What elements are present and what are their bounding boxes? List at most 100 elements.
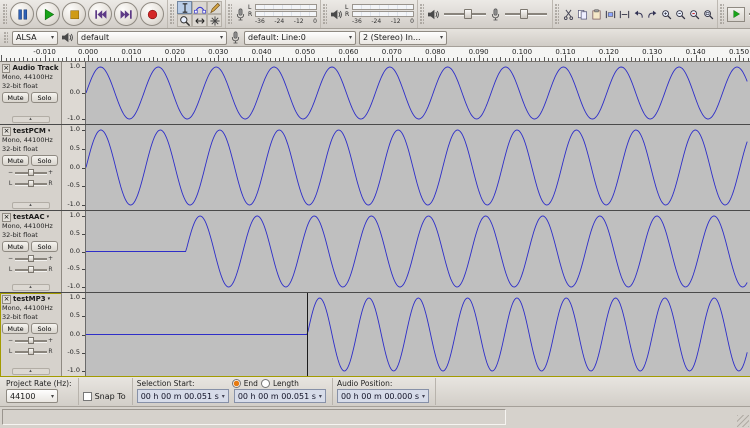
skip-to-start-button[interactable] (88, 2, 112, 26)
recording-device-combo[interactable]: default: Line:0 ▾ (244, 31, 356, 45)
timeline-label: 0.110 (555, 48, 575, 56)
slider-thumb[interactable] (28, 169, 34, 176)
play-at-speed-button[interactable] (727, 7, 745, 22)
multi-tool-button[interactable] (207, 14, 222, 27)
track-name-menu[interactable]: Audio Track▾ (12, 64, 59, 72)
solo-button[interactable]: Solo (31, 323, 58, 334)
track-control-panel[interactable]: × testPCM▾ Mono, 44100Hz 32-bit float Mu… (0, 125, 62, 210)
zoom-project-button[interactable] (702, 7, 714, 21)
recording-meter[interactable]: LR-36-24-120 (248, 4, 317, 25)
undo-button[interactable] (632, 7, 644, 21)
track-close-button[interactable]: × (2, 295, 11, 304)
input-volume-slider[interactable] (503, 7, 549, 21)
track-close-button[interactable]: × (2, 64, 10, 73)
slider-thumb[interactable] (520, 9, 528, 19)
solo-button[interactable]: Solo (31, 92, 58, 103)
slider-thumb[interactable] (28, 255, 34, 262)
trim-button[interactable] (604, 7, 616, 21)
gain-slider[interactable]: −+ (2, 168, 59, 177)
play-button[interactable] (36, 2, 60, 26)
mute-button[interactable]: Mute (2, 241, 29, 252)
toolbar-grabber[interactable] (323, 4, 327, 24)
slider-thumb[interactable] (28, 337, 34, 344)
toolbar-grabber[interactable] (3, 4, 7, 24)
length-radio[interactable] (261, 379, 270, 388)
project-rate-combo[interactable]: 44100 ▾ (6, 389, 58, 403)
ruler-tick (82, 205, 85, 206)
track-collapse-button[interactable]: ▴ (12, 368, 50, 375)
slider-thumb[interactable] (28, 180, 34, 187)
zoom-out-button[interactable] (674, 7, 686, 21)
track-vertical-ruler[interactable]: 1.00.50.0-0.5-1.0 (62, 125, 86, 210)
zoom-selection-button[interactable] (688, 7, 700, 21)
pan-slider[interactable]: LR (2, 179, 59, 188)
timeshift-tool-button[interactable] (192, 14, 207, 27)
waveform-area[interactable] (86, 62, 750, 124)
toolbar-grabber[interactable] (420, 4, 424, 24)
audio-position-field[interactable]: 00 h 00 m 00.000 s ▾ (337, 389, 429, 403)
audio-host-combo[interactable]: ALSA ▾ (12, 31, 58, 45)
solo-button[interactable]: Solo (31, 241, 58, 252)
playback-meter[interactable]: LR-36-24-120 (345, 4, 414, 25)
waveform-area[interactable] (86, 125, 750, 210)
paste-button[interactable] (590, 7, 602, 21)
track-collapse-button[interactable]: ▴ (12, 284, 50, 291)
toolbar-grabber[interactable] (4, 32, 8, 43)
playback-device-combo[interactable]: default ▾ (77, 31, 227, 45)
mute-button[interactable]: Mute (2, 323, 29, 334)
zoom-tool-button[interactable] (177, 14, 192, 27)
gain-slider[interactable]: −+ (2, 336, 59, 345)
selection-start-field[interactable]: 00 h 00 m 00.051 s ▾ (137, 389, 229, 403)
recording-channels-combo[interactable]: 2 (Stereo) In... ▾ (359, 31, 447, 45)
timeline-ruler[interactable]: -0.0100.0000.0100.0200.0300.0400.0500.06… (0, 47, 750, 62)
track-name-menu[interactable]: testMP3▾ (13, 295, 50, 303)
track-control-panel[interactable]: × testMP3▾ Mono, 44100Hz 32-bit float Mu… (0, 293, 62, 376)
draw-tool-button[interactable] (207, 1, 222, 14)
record-button[interactable] (140, 2, 164, 26)
pause-button[interactable] (10, 2, 34, 26)
track-close-button[interactable]: × (2, 213, 11, 222)
waveform-area[interactable] (86, 211, 750, 292)
mute-button[interactable]: Mute (2, 155, 29, 166)
cut-button[interactable] (562, 7, 574, 21)
track-collapse-button[interactable]: ▴ (12, 116, 50, 123)
track-control-panel[interactable]: × testAAC▾ Mono, 44100Hz 32-bit float Mu… (0, 211, 62, 292)
slider-thumb[interactable] (464, 9, 472, 19)
silence-button[interactable] (618, 7, 630, 21)
track-name-menu[interactable]: testAAC▾ (13, 213, 49, 221)
track-vertical-ruler[interactable]: 1.00.0-1.0 (62, 62, 86, 124)
waveform-area[interactable] (86, 293, 750, 376)
stop-button[interactable] (62, 2, 86, 26)
track-control-panel[interactable]: × Audio Track▾ Mono, 44100Hz 32-bit floa… (0, 62, 62, 124)
zoom-in-icon (661, 9, 672, 20)
pan-slider[interactable]: LR (2, 347, 59, 356)
redo-button[interactable] (646, 7, 658, 21)
envelope-tool-button[interactable] (192, 1, 207, 14)
mute-button[interactable]: Mute (2, 92, 29, 103)
toolbar-grabber[interactable] (555, 4, 559, 24)
pan-slider[interactable]: LR (2, 265, 59, 274)
track-vertical-ruler[interactable]: 1.00.50.0-0.5-1.0 (62, 211, 86, 292)
track-collapse-button[interactable]: ▴ (12, 202, 50, 209)
slider-thumb[interactable] (28, 266, 34, 273)
toolbar-grabber[interactable] (720, 4, 724, 24)
snap-to-checkbox[interactable] (83, 392, 92, 401)
resize-grip[interactable] (737, 415, 749, 427)
end-radio[interactable] (232, 379, 241, 388)
track-name-menu[interactable]: testPCM▾ (13, 127, 50, 135)
gain-slider[interactable]: −+ (2, 254, 59, 263)
selection-tool-button[interactable] (177, 1, 192, 14)
solo-button[interactable]: Solo (31, 155, 58, 166)
track-vertical-ruler[interactable]: 1.00.50.0-0.5-1.0 (62, 293, 86, 376)
track-close-button[interactable]: × (2, 127, 11, 136)
toolbar-grabber[interactable] (228, 4, 232, 24)
selection-end-field[interactable]: 00 h 00 m 00.051 s ▾ (234, 389, 326, 403)
toolbar-grabber[interactable] (170, 4, 174, 24)
zoom-in-button[interactable] (660, 7, 672, 21)
copy-button[interactable] (576, 7, 588, 21)
skip-to-end-button[interactable] (114, 2, 138, 26)
timeline-tick (544, 57, 545, 61)
timeline-tick (518, 58, 519, 61)
output-volume-slider[interactable] (442, 7, 488, 21)
slider-thumb[interactable] (28, 348, 34, 355)
